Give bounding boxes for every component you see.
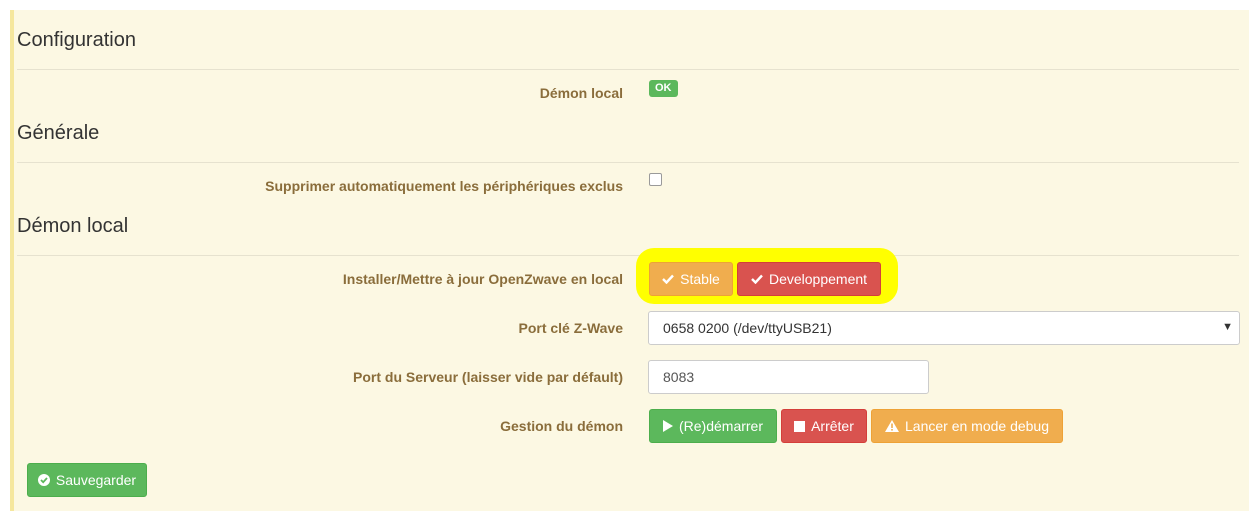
server-port-placeholder: 8083 bbox=[663, 369, 695, 385]
restart-button[interactable]: (Re)démarrer bbox=[649, 409, 777, 443]
save-button-label: Sauvegarder bbox=[55, 472, 137, 488]
dropdown-arrow-icon: ▼ bbox=[1222, 321, 1233, 333]
debug-mode-button-label: Lancer en mode debug bbox=[905, 418, 1049, 434]
section-title-generale-text: Générale bbox=[17, 122, 100, 144]
auto-delete-checkbox[interactable] bbox=[649, 173, 662, 186]
save-button[interactable]: Sauvegarder bbox=[27, 463, 147, 497]
zwave-port-select-value: 0658 0200 (/dev/ttyUSB21) bbox=[663, 320, 832, 336]
install-openzwave-label: Installer/Mettre à jour OpenZwave en loc… bbox=[342, 271, 623, 287]
warning-icon bbox=[885, 420, 899, 432]
stop-button[interactable]: Arrêter bbox=[781, 409, 867, 443]
section-title-configuration: Configuration bbox=[17, 30, 1239, 70]
restart-button-label: (Re)démarrer bbox=[678, 418, 763, 434]
stop-icon bbox=[794, 420, 806, 432]
server-port-input[interactable]: 8083 bbox=[648, 360, 929, 394]
check-circle-icon bbox=[37, 474, 50, 486]
developpement-button[interactable]: Developpement bbox=[737, 262, 881, 296]
zwave-port-label: Port clé Z-Wave bbox=[518, 320, 623, 336]
play-icon bbox=[662, 420, 673, 432]
check-icon bbox=[751, 274, 763, 284]
stable-button[interactable]: Stable bbox=[649, 262, 733, 296]
configuration-panel bbox=[10, 10, 1249, 511]
section-title-configuration-text: Configuration bbox=[17, 29, 136, 51]
section-title-demon-local-text: Démon local bbox=[17, 215, 129, 237]
stop-button-label: Arrêter bbox=[811, 418, 854, 434]
section-title-demon-local: Démon local bbox=[17, 216, 1239, 256]
auto-delete-label: Supprimer automatiquement les périphériq… bbox=[265, 178, 623, 194]
demon-status-badge: OK bbox=[649, 80, 678, 97]
demon-local-label: Démon local bbox=[539, 85, 623, 101]
stable-button-label: Stable bbox=[680, 271, 720, 287]
daemon-management-label: Gestion du démon bbox=[500, 418, 623, 434]
developpement-button-label: Developpement bbox=[768, 271, 868, 287]
section-title-generale: Générale bbox=[17, 123, 1239, 163]
zwave-port-select[interactable]: 0658 0200 (/dev/ttyUSB21) ▼ bbox=[648, 311, 1240, 345]
debug-mode-button[interactable]: Lancer en mode debug bbox=[871, 409, 1063, 443]
server-port-label: Port du Serveur (laisser vide par défaul… bbox=[353, 369, 623, 385]
check-icon bbox=[662, 274, 675, 284]
